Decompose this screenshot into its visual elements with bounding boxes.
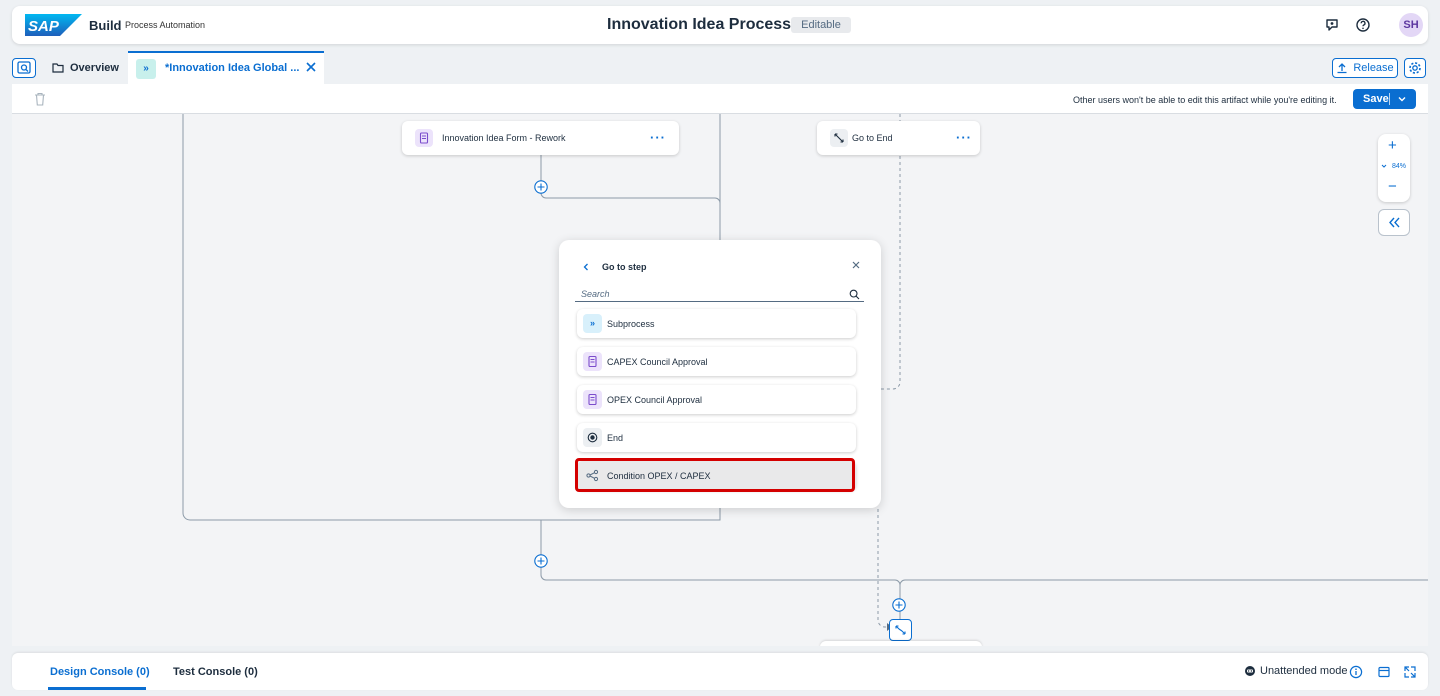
feedback-icon[interactable] (1324, 17, 1340, 33)
process-step-label: Innovation Idea Form - Rework (442, 133, 566, 143)
goto-icon (830, 129, 848, 147)
more-actions-icon[interactable]: ··· (956, 130, 972, 145)
tab-process-editor[interactable]: » *Innovation Idea Global ... (128, 51, 324, 84)
zoom-in-button[interactable]: + (1388, 137, 1397, 154)
double-chevron-left-icon (1389, 217, 1400, 228)
save-label: Save (1363, 93, 1389, 105)
collapse-panel-button[interactable] (1378, 209, 1410, 236)
search-icon[interactable] (849, 289, 860, 300)
goto-target-marker[interactable] (889, 619, 912, 641)
release-button[interactable]: Release (1332, 58, 1398, 78)
panel-layout-icon[interactable] (1377, 665, 1391, 679)
add-step-icon[interactable] (534, 554, 548, 568)
tab-design-console[interactable]: Design Console (0) (50, 666, 150, 678)
search-window-icon (17, 61, 31, 74)
unattended-mode-toggle[interactable]: Unattended mode (1244, 665, 1347, 677)
delete-icon[interactable] (34, 92, 46, 106)
info-icon[interactable] (1349, 665, 1363, 679)
popover-title: Go to step (602, 262, 647, 272)
status-badge: Editable (791, 17, 851, 33)
search-input[interactable] (575, 287, 864, 302)
release-label: Release (1353, 62, 1394, 74)
gear-icon (1409, 62, 1421, 74)
active-tab-indicator (48, 687, 146, 690)
step-option-end[interactable]: End (577, 423, 856, 452)
subprocess-icon: » (136, 59, 156, 79)
console-panel: Design Console (0) Test Console (0) Unat… (12, 653, 1428, 690)
chevron-down-icon[interactable] (1381, 164, 1387, 169)
form-icon (583, 390, 602, 409)
partial-step-node[interactable] (820, 641, 982, 646)
step-option-label: End (607, 433, 624, 443)
editor-toolbar: Other users won't be able to edit this a… (12, 84, 1428, 114)
step-option-subprocess[interactable]: » Subprocess (577, 309, 856, 338)
avatar[interactable]: SH (1399, 13, 1423, 37)
expand-icon[interactable] (1403, 665, 1417, 679)
chevron-down-icon[interactable] (1397, 94, 1407, 104)
goto-icon (895, 625, 906, 635)
page-title: Innovation Idea Process (607, 16, 792, 33)
upload-icon (1337, 63, 1347, 74)
form-icon (583, 352, 602, 371)
settings-button[interactable] (1404, 58, 1426, 78)
process-step-node[interactable]: Innovation Idea Form - Rework ··· (402, 121, 679, 155)
step-option-label: Subprocess (607, 319, 655, 329)
product-name: Build (89, 18, 122, 33)
step-option-label: CAPEX Council Approval (607, 357, 708, 367)
sap-logo-text: SAP (28, 18, 60, 35)
step-option-capex-approval[interactable]: CAPEX Council Approval (577, 347, 856, 376)
close-icon[interactable] (851, 260, 861, 270)
tab-overview[interactable]: Overview (52, 58, 119, 78)
save-button[interactable]: Save (1353, 89, 1416, 109)
shell-bar: SAP Build Process Automation Innovation … (12, 6, 1428, 44)
unattended-mode-label: Unattended mode (1260, 665, 1348, 677)
goto-step-label: Go to End (852, 133, 893, 143)
go-to-step-popover: Go to step » Subprocess CAPEX Council Ap… (559, 240, 881, 508)
edit-lock-message: Other users won't be able to edit this a… (1073, 95, 1337, 105)
add-step-icon[interactable] (534, 180, 548, 194)
tab-test-console[interactable]: Test Console (0) (173, 666, 258, 678)
save-separator (1389, 93, 1390, 105)
chevron-left-icon[interactable] (581, 262, 591, 272)
product-subtitle: Process Automation (125, 20, 206, 30)
close-icon[interactable] (304, 60, 318, 74)
tab-process-editor-label: *Innovation Idea Global ... (165, 62, 300, 74)
zoom-out-button[interactable]: − (1388, 178, 1397, 195)
goto-step-node[interactable]: Go to End ··· (817, 121, 980, 155)
zoom-control: + 84% − (1378, 134, 1410, 202)
form-icon (415, 129, 433, 147)
folder-icon (52, 63, 64, 73)
step-option-label: OPEX Council Approval (607, 395, 703, 405)
selection-highlight (575, 458, 855, 492)
robot-icon (1245, 666, 1255, 676)
zoom-level[interactable]: 84% (1392, 163, 1406, 170)
sap-logo[interactable]: SAP (25, 14, 82, 36)
subprocess-icon: » (583, 314, 602, 333)
add-step-icon[interactable] (892, 598, 906, 612)
end-icon (583, 428, 602, 447)
tab-overview-label: Overview (70, 62, 119, 74)
step-option-opex-approval[interactable]: OPEX Council Approval (577, 385, 856, 414)
help-icon[interactable] (1355, 17, 1371, 33)
more-actions-icon[interactable]: ··· (650, 130, 666, 145)
find-artifact-button[interactable] (12, 58, 36, 78)
